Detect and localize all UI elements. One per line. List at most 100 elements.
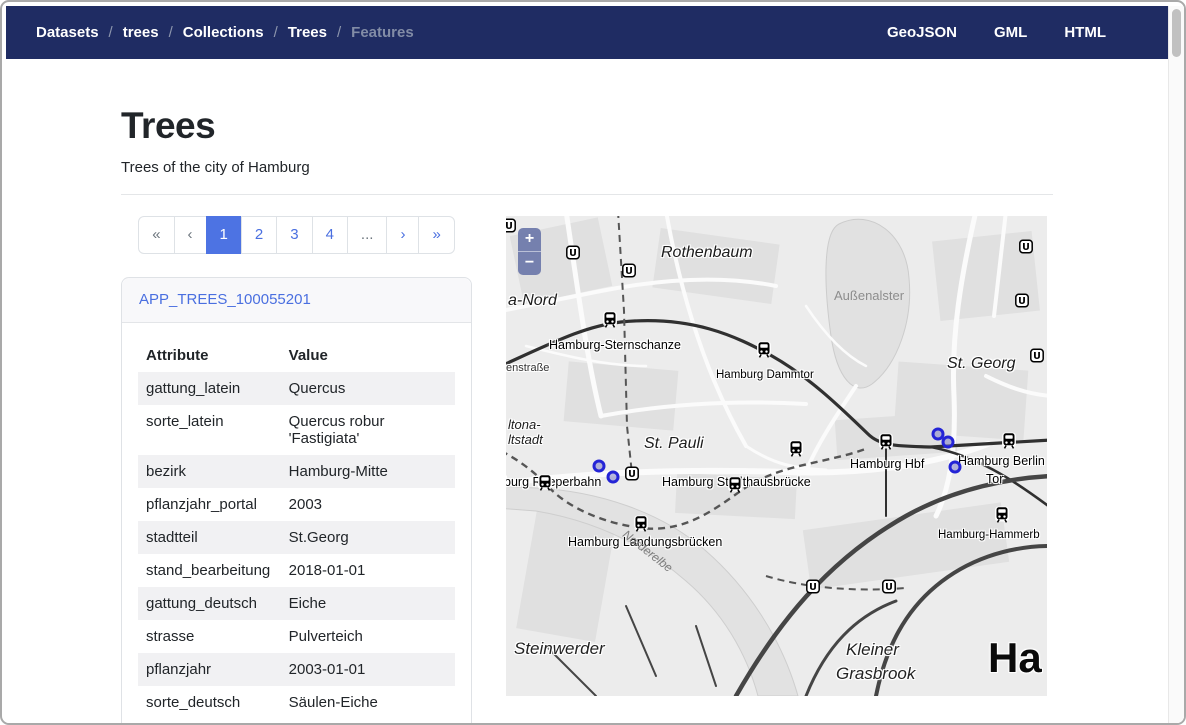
attribute-cell: pflanzjahr	[138, 653, 281, 686]
train-station-icon	[728, 476, 743, 498]
train-station-icon	[789, 440, 804, 462]
ubahn-icon: U	[566, 246, 580, 265]
value-cell: Pulverteich	[281, 620, 455, 653]
page-scrollbar[interactable]	[1168, 6, 1184, 723]
breadcrumb: Datasets / trees / Collections / Trees / Feature…	[36, 24, 414, 41]
value-cell: 2003	[281, 488, 455, 521]
pagination-item-3[interactable]: 3	[276, 216, 312, 254]
ubahn-icon: U	[1030, 349, 1044, 368]
breadcrumb-features: Features	[351, 24, 414, 41]
breadcrumb-trees[interactable]: trees	[123, 24, 159, 41]
train-station-icon	[538, 474, 553, 496]
table-row: strassePulverteich	[138, 620, 455, 653]
pagination-item-nav: ‹	[174, 216, 207, 254]
table-row: pflanzjahr_portal2003	[138, 488, 455, 521]
map-label: ltona-	[508, 417, 541, 432]
svg-text:U: U	[1022, 242, 1030, 253]
map-label: Hamburg-Hammerb	[938, 529, 1040, 541]
scrollbar-thumb[interactable]	[1172, 9, 1181, 57]
attribute-cell: sorte_latein	[138, 405, 281, 455]
ubahn-icon: U	[1015, 294, 1029, 313]
format-links: GeoJSON GML HTML	[887, 24, 1106, 41]
table-row: gattung_deutschEiche	[138, 587, 455, 620]
page-subtitle: Trees of the city of Hamburg	[121, 159, 1053, 176]
tree-feature-marker[interactable]	[593, 460, 606, 473]
breadcrumb-separator: /	[337, 24, 341, 41]
map-label: Tor	[986, 472, 1003, 486]
svg-text:U: U	[1033, 351, 1041, 362]
attribute-cell: stand_bearbeitung	[138, 554, 281, 587]
pagination-item-2[interactable]: 2	[241, 216, 277, 254]
map-label: Kleiner	[846, 640, 899, 660]
map-label: enstraße	[506, 362, 549, 374]
train-station-icon	[1002, 432, 1017, 454]
map-label: Grasbrook	[836, 664, 915, 684]
table-header-row: Attribute Value	[138, 339, 455, 372]
value-cell: Quercus	[281, 372, 455, 405]
train-station-icon	[879, 433, 894, 455]
pagination-item-navnavnav: ...	[347, 216, 388, 254]
map-label: Hamburg Hbf	[850, 457, 924, 471]
breadcrumb-separator: /	[274, 24, 278, 41]
format-link-html[interactable]: HTML	[1064, 24, 1106, 41]
two-column-layout: «‹1234...›» APP_TREES_100055201 Attribut…	[121, 216, 1053, 725]
attribute-cell: bezirk	[138, 455, 281, 488]
map-label: Hamburg Dammtor	[716, 369, 814, 381]
format-link-gml[interactable]: GML	[994, 24, 1027, 41]
svg-text:U: U	[628, 469, 636, 480]
breadcrumb-collections[interactable]: Collections	[183, 24, 264, 41]
svg-text:U: U	[885, 582, 893, 593]
pagination-item-nav[interactable]: »	[418, 216, 454, 254]
train-station-icon	[634, 515, 649, 537]
attributes-table: Attribute Value gattung_lateinQuercussor…	[138, 339, 455, 719]
zoom-in-button[interactable]: +	[518, 228, 541, 251]
train-station-icon	[995, 506, 1010, 528]
map-overlays: RothenbaumAußenalstera-NordHamburg-Stern…	[506, 216, 1047, 696]
table-row: bezirkHamburg-Mitte	[138, 455, 455, 488]
browser-window: Datasets / trees / Collections / Trees / Feature…	[0, 0, 1186, 725]
breadcrumb-datasets[interactable]: Datasets	[36, 24, 99, 41]
attribute-cell: sorte_deutsch	[138, 686, 281, 719]
zoom-out-button[interactable]: −	[518, 252, 541, 275]
attribute-cell: strasse	[138, 620, 281, 653]
map-label: Ha	[988, 637, 1042, 679]
page-viewport: Datasets / trees / Collections / Trees / Feature…	[6, 6, 1184, 723]
svg-text:U: U	[506, 221, 513, 232]
svg-text:U: U	[625, 266, 633, 277]
pagination-item-nav[interactable]: ›	[386, 216, 419, 254]
value-cell: Quercus robur 'Fastigiata'	[281, 405, 455, 455]
table-row: gattung_lateinQuercus	[138, 372, 455, 405]
value-cell: Eiche	[281, 587, 455, 620]
map[interactable]: RothenbaumAußenalstera-NordHamburg-Stern…	[506, 216, 1047, 696]
map-label: Außenalster	[834, 288, 904, 303]
map-zoom-control: + −	[518, 228, 541, 275]
format-link-geojson[interactable]: GeoJSON	[887, 24, 957, 41]
table-row: pflanzjahr2003-01-01	[138, 653, 455, 686]
attribute-cell: gattung_deutsch	[138, 587, 281, 620]
table-row: stadtteilSt.Georg	[138, 521, 455, 554]
value-cell: Hamburg-Mitte	[281, 455, 455, 488]
breadcrumb-separator: /	[169, 24, 173, 41]
tree-feature-marker[interactable]	[949, 461, 962, 474]
train-station-icon	[603, 311, 618, 333]
value-cell: 2018-01-01	[281, 554, 455, 587]
top-navbar: Datasets / trees / Collections / Trees / Feature…	[6, 6, 1168, 59]
table-row: sorte_deutschSäulen-Eiche	[138, 686, 455, 719]
map-label: Steinwerder	[514, 639, 605, 659]
divider	[121, 194, 1053, 195]
main-content: Trees Trees of the city of Hamburg «‹123…	[121, 105, 1053, 725]
tree-feature-marker[interactable]	[607, 471, 620, 484]
ubahn-icon: U	[1019, 240, 1033, 259]
column-header-attribute: Attribute	[138, 339, 281, 372]
pagination-item-1[interactable]: 1	[206, 216, 242, 254]
breadcrumb-separator: /	[109, 24, 113, 41]
feature-card: APP_TREES_100055201 Attribute Value	[121, 277, 472, 725]
value-cell: Säulen-Eiche	[281, 686, 455, 719]
ubahn-icon: U	[506, 219, 516, 238]
map-label: Hamburg-Sternschanze	[549, 338, 681, 352]
pagination-item-4[interactable]: 4	[312, 216, 348, 254]
page-title: Trees	[121, 105, 1053, 147]
feature-id-link[interactable]: APP_TREES_100055201	[139, 291, 311, 308]
tree-feature-marker[interactable]	[942, 436, 955, 449]
breadcrumb-trees[interactable]: Trees	[288, 24, 327, 41]
